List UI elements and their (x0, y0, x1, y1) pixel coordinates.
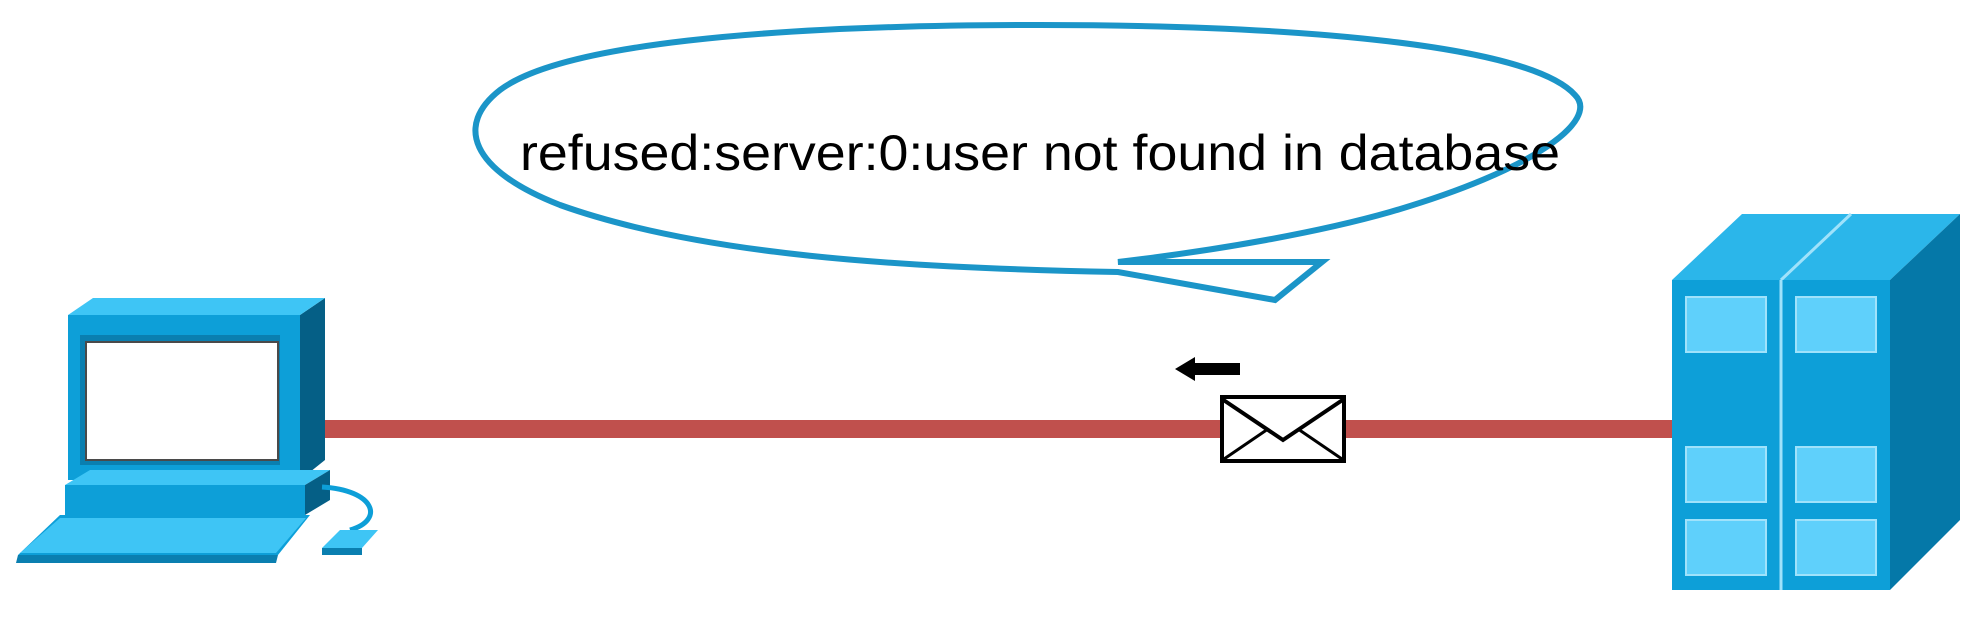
desktop-computer-icon (16, 298, 378, 563)
screen (85, 341, 279, 461)
envelope-icon (1220, 395, 1346, 463)
server-tower-icon (1672, 212, 1960, 590)
speech-bubble: refused:server:0:user not found in datab… (472, 21, 1584, 304)
network-link (325, 420, 1675, 438)
network-diagram: refused:server:0:user not found in datab… (16, 21, 1960, 590)
arrow-left-icon (1175, 357, 1240, 381)
speech-bubble-text: refused:server:0:user not found in datab… (520, 125, 1560, 181)
